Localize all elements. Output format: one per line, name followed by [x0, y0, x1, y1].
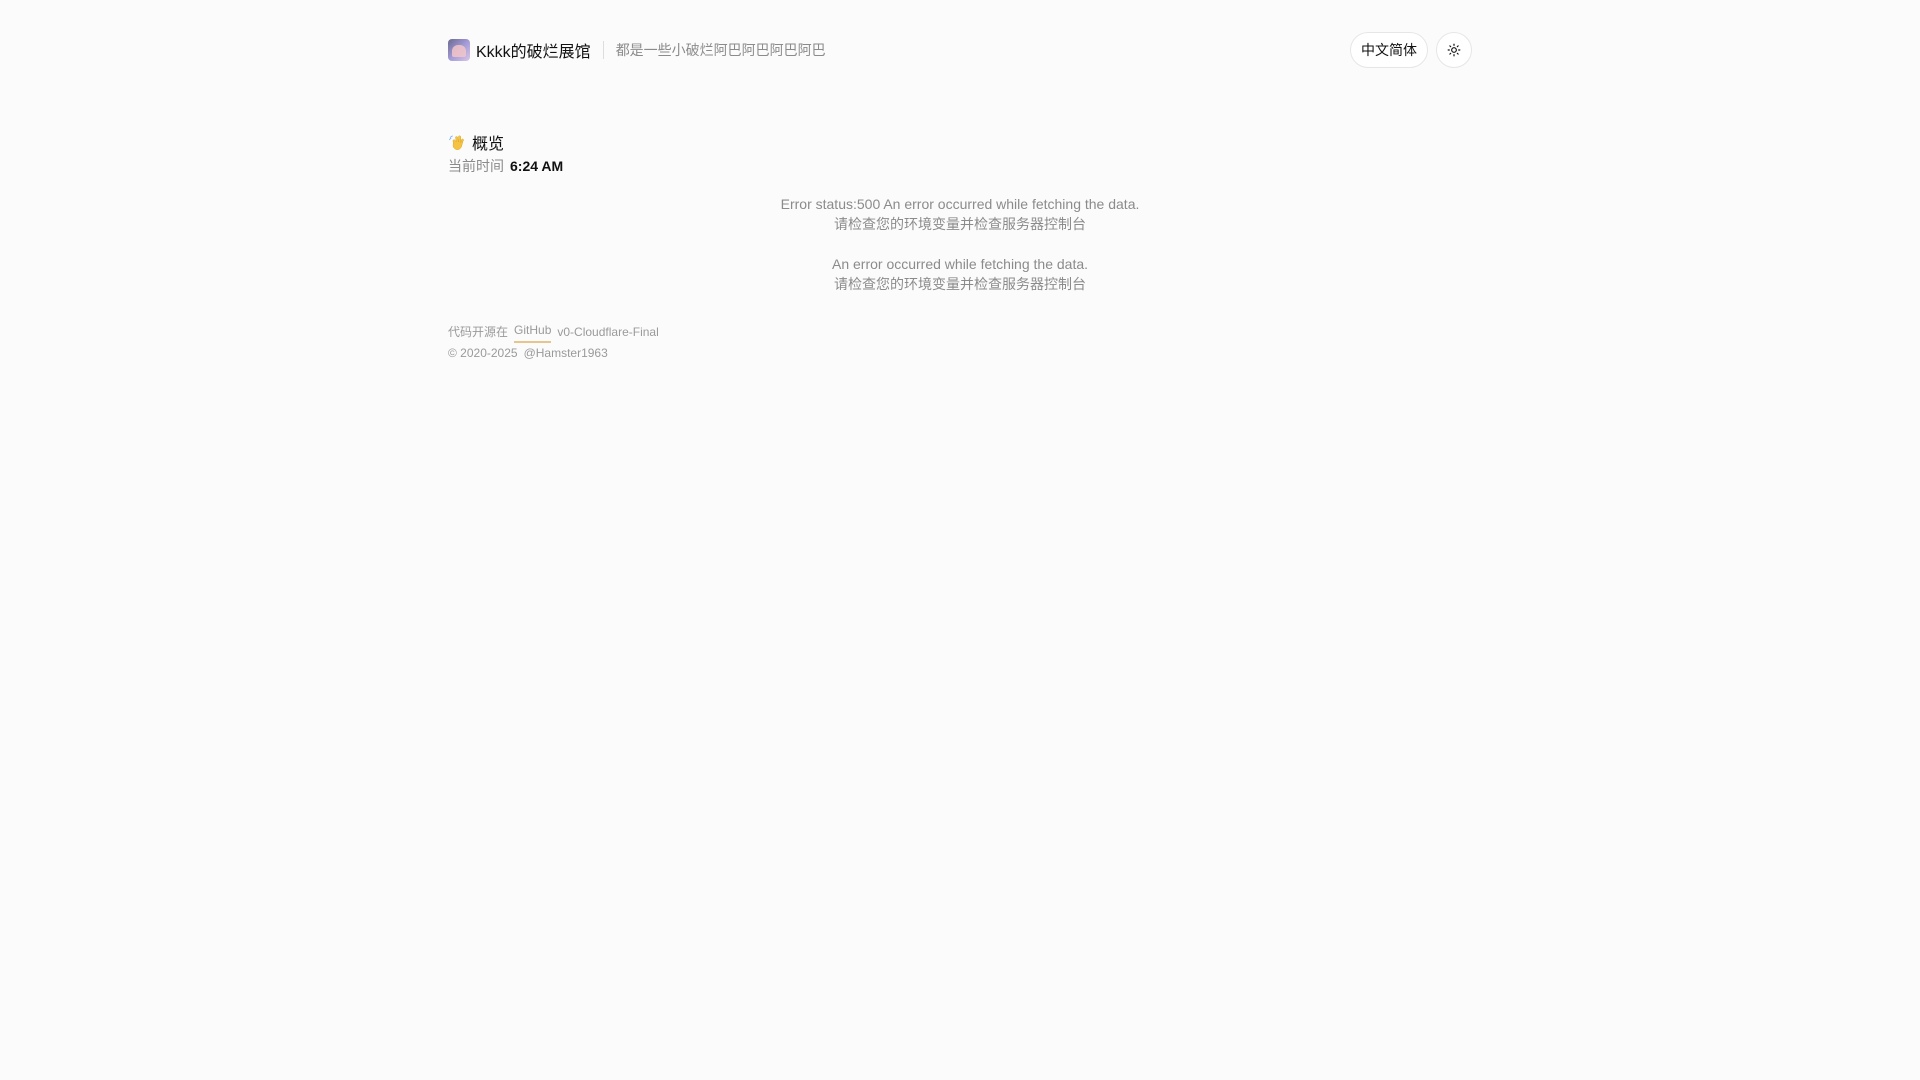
open-source-prefix: 代码开源在	[448, 324, 509, 339]
header-actions: 中文简体	[1350, 32, 1472, 68]
overview-heading: 概览	[448, 130, 1472, 154]
error-line-1: Error status:500 An error occurred while…	[780, 196, 1140, 212]
waving-hand-icon	[449, 135, 464, 150]
page-container: Kkkk的破烂展馆 都是一些小破烂阿巴阿巴阿巴阿巴 中文简体 概览 当前时间 6…	[448, 0, 1472, 363]
avatar-logo-icon	[448, 39, 470, 61]
github-link[interactable]: GitHub	[514, 320, 552, 343]
brand[interactable]: Kkkk的破烂展馆 都是一些小破烂阿巴阿巴阿巴阿巴	[448, 38, 826, 62]
language-button[interactable]: 中文简体	[1350, 32, 1428, 68]
author-text: @Hamster1963	[523, 346, 608, 360]
copyright-text: © 2020-2025	[448, 346, 518, 360]
current-time-value: 6:24 AM	[510, 158, 564, 174]
theme-toggle-button[interactable]	[1436, 32, 1472, 68]
overview-title: 概览	[472, 136, 505, 153]
sun-icon	[1447, 43, 1461, 57]
error-message: Error status:500 An error occurred while…	[781, 194, 1140, 234]
header: Kkkk的破烂展馆 都是一些小破烂阿巴阿巴阿巴阿巴 中文简体	[448, 32, 1472, 68]
current-time-row: 当前时间 6:24 AM	[448, 156, 1472, 176]
footer-copyright-line: © 2020-2025 @Hamster1963	[448, 343, 1472, 363]
footer-source-line: 代码开源在 GitHub v0-Cloudflare-Final	[448, 320, 1472, 343]
footer: 代码开源在 GitHub v0-Cloudflare-Final © 2020-…	[448, 320, 1472, 363]
title-divider	[602, 41, 604, 59]
error-line-2: 请检查您的环境变量并检查服务器控制台	[834, 276, 1086, 292]
error-line-2: 请检查您的环境变量并检查服务器控制台	[834, 216, 1086, 232]
error-line-1: An error occurred while fetching the dat…	[831, 256, 1089, 272]
version-text: v0-Cloudflare-Final	[557, 324, 659, 339]
site-subtitle: 都是一些小破烂阿巴阿巴阿巴阿巴	[615, 42, 826, 58]
site-title: Kkkk的破烂展馆	[476, 44, 591, 61]
current-time-label: 当前时间	[448, 158, 504, 174]
overview-section: 概览 当前时间 6:24 AM	[448, 130, 1472, 176]
language-label: 中文简体	[1361, 42, 1417, 58]
error-message: An error occurred while fetching the dat…	[832, 254, 1088, 294]
error-messages: Error status:500 An error occurred while…	[448, 194, 1472, 294]
